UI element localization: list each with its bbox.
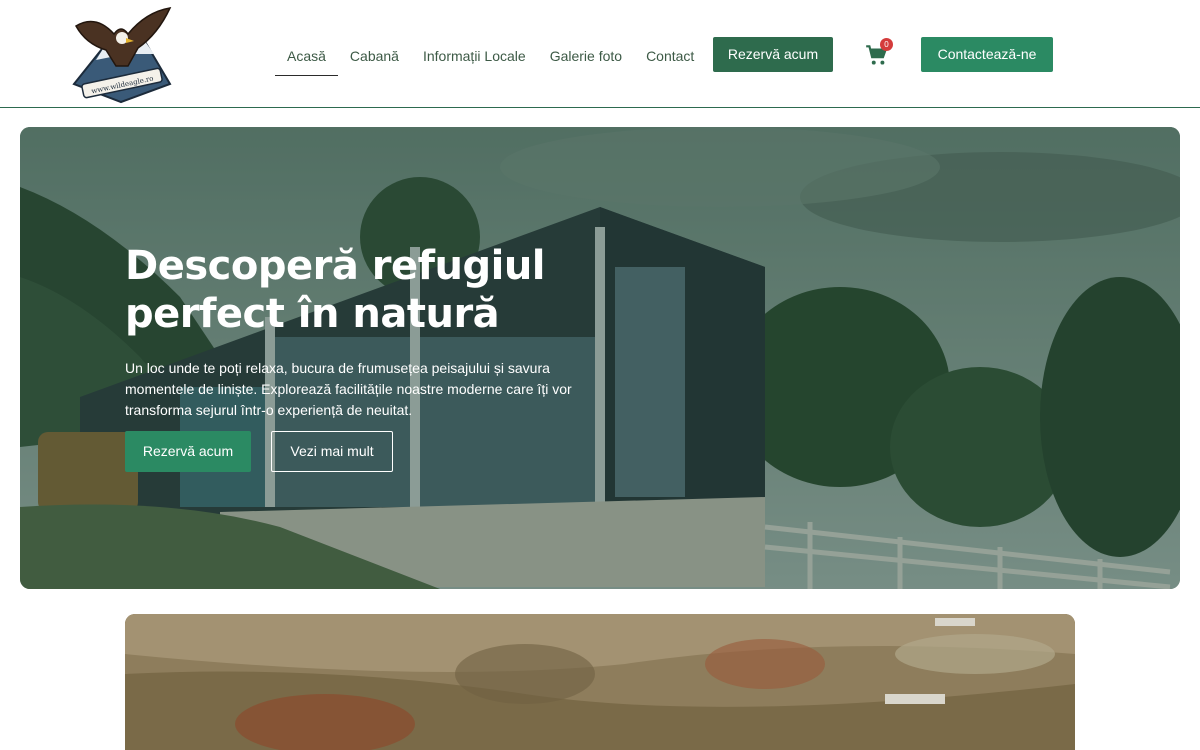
nav-item-informatii-locale[interactable]: Informații Locale xyxy=(411,38,538,74)
contact-button[interactable]: Contactează-ne xyxy=(921,37,1053,72)
hero-see-more-button[interactable]: Vezi mai mult xyxy=(271,431,393,472)
hero-description: Un loc unde te poți relaxa, bucura de fr… xyxy=(125,360,572,418)
cart-count-badge: 0 xyxy=(880,38,893,51)
reserve-button[interactable]: Rezervă acum xyxy=(713,37,833,72)
hero-reserve-button[interactable]: Rezervă acum xyxy=(125,431,251,472)
hero-title: Descoperă refugiul perfect în natură xyxy=(125,243,546,337)
site-header: www.wildeagle.ro Acasă Cabană Informații… xyxy=(0,0,1200,108)
nav-item-galerie-foto[interactable]: Galerie foto xyxy=(538,38,634,74)
landscape-image xyxy=(125,614,1075,750)
main-nav: Acasă Cabană Informații Locale Galerie f… xyxy=(275,36,706,76)
hero-section: Descoperă refugiul perfect în natură Un … xyxy=(20,127,1180,589)
eagle-logo[interactable]: www.wildeagle.ro xyxy=(66,4,176,106)
nav-item-cabana[interactable]: Cabană xyxy=(338,38,411,74)
nav-item-contact[interactable]: Contact xyxy=(634,38,706,74)
nav-item-acasa[interactable]: Acasă xyxy=(275,38,338,76)
